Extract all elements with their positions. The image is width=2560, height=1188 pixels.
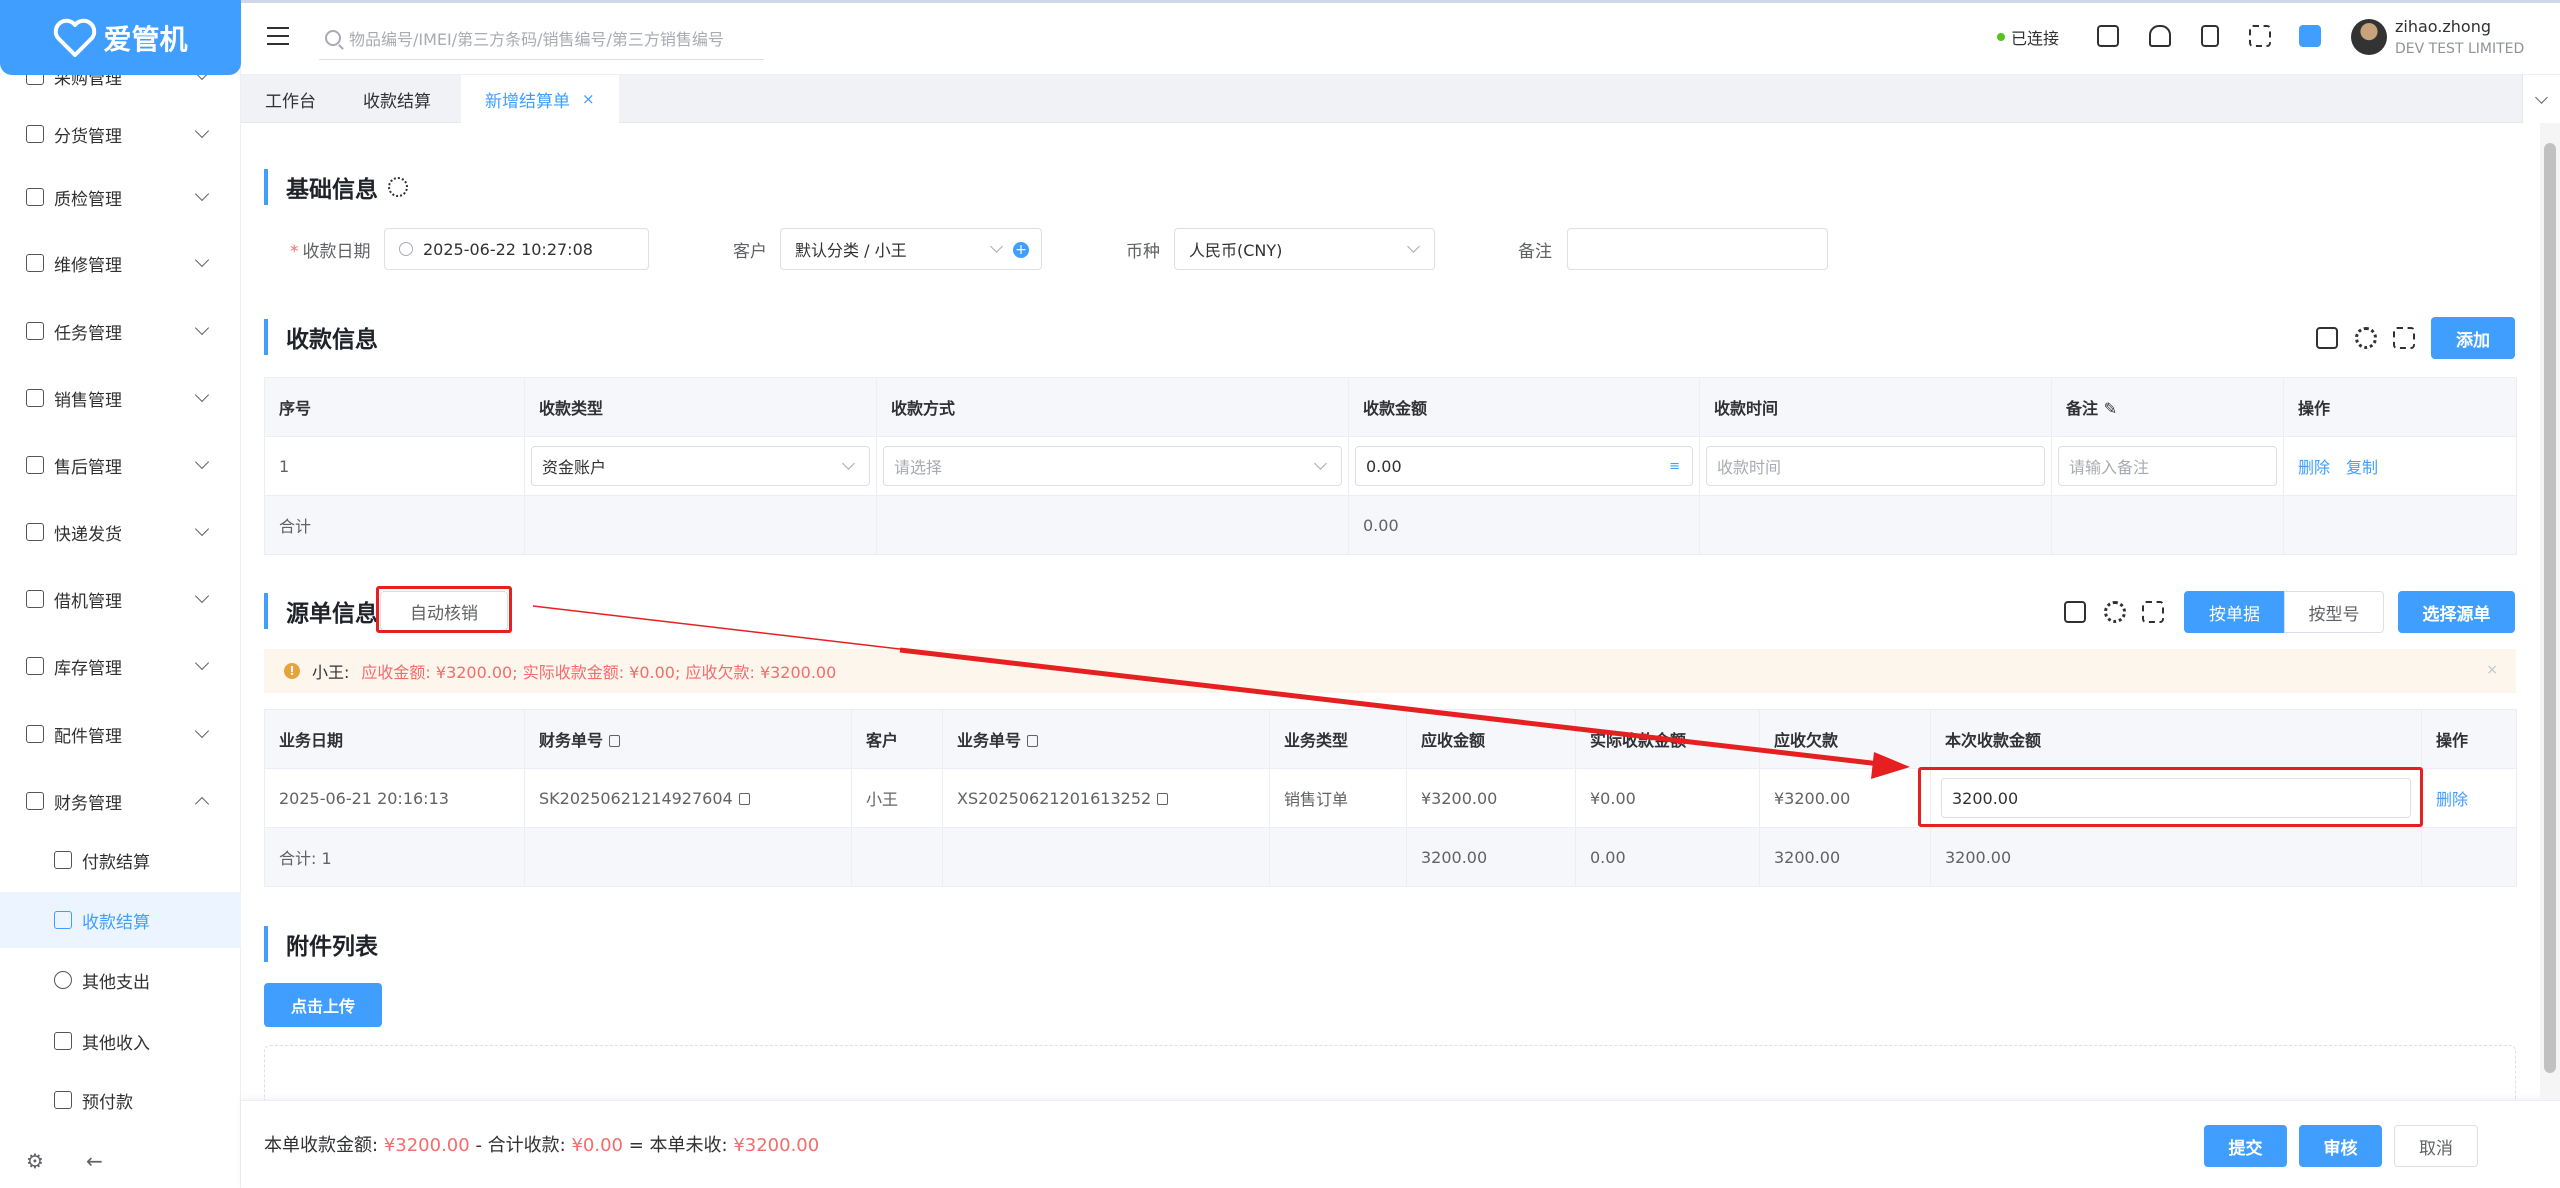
scrollbar[interactable] [2540, 123, 2560, 1100]
upload-button[interactable]: 点击上传 [264, 983, 382, 1027]
cancel-button[interactable]: 取消 [2394, 1125, 2478, 1167]
annotation-arrow [532, 605, 1910, 779]
submit-button[interactable]: 提交 [2204, 1125, 2287, 1167]
upload-dropzone[interactable] [264, 1045, 2516, 1100]
footer-bar: 本单收款金额: ¥3200.00 - 合计收款: ¥0.00 = 本单未收: ¥… [241, 1100, 2560, 1188]
footer-summary: 本单收款金额: ¥3200.00 - 合计收款: ¥0.00 = 本单未收: ¥… [264, 1135, 820, 1156]
section-attachments: 附件列表 [264, 926, 378, 962]
scrollbar-thumb[interactable] [2544, 143, 2556, 1073]
audit-button[interactable]: 审核 [2299, 1125, 2382, 1167]
